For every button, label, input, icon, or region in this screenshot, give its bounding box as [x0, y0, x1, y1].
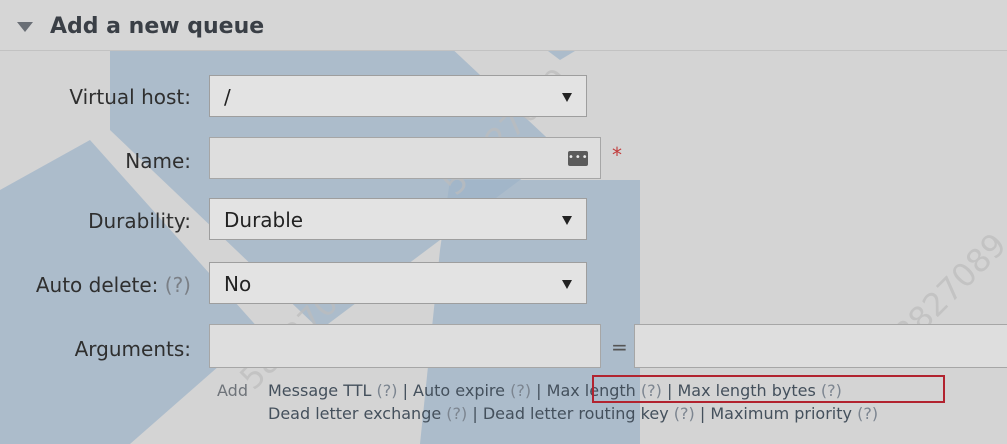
dead-letter-exchange-help[interactable]: (?) [446, 404, 467, 423]
argument-key-input[interactable] [209, 324, 601, 368]
arguments-label: Arguments: [74, 337, 191, 361]
more-dots-icon[interactable]: ••• [568, 151, 588, 166]
chevron-down-icon [562, 216, 572, 225]
section-title: Add a new queue [50, 14, 265, 39]
separator: | [472, 404, 478, 423]
auto-expire-help[interactable]: (?) [510, 381, 531, 400]
virtual-host-value: / [224, 85, 231, 109]
auto-delete-select[interactable]: No [209, 262, 587, 304]
separator: | [699, 404, 706, 423]
dead-letter-routing-key-help[interactable]: (?) [674, 404, 695, 423]
triangle-down-icon[interactable] [17, 22, 33, 32]
message-ttl-help[interactable]: (?) [376, 381, 397, 400]
highlight-box [592, 375, 945, 403]
virtual-host-label: Virtual host: [69, 85, 191, 109]
durability-select[interactable]: Durable [209, 198, 587, 240]
maximum-priority-help[interactable]: (?) [857, 404, 878, 423]
auto-delete-help[interactable]: (?) [165, 273, 191, 297]
argument-links-row-2: Dead letter exchange (?) | Dead letter r… [268, 404, 878, 423]
dead-letter-exchange-link[interactable]: Dead letter exchange [268, 404, 441, 423]
virtual-host-select[interactable]: / [209, 75, 587, 117]
durability-label: Durability: [88, 209, 191, 233]
separator: | [536, 381, 542, 400]
dead-letter-routing-key-link[interactable]: Dead letter routing key [483, 404, 669, 423]
message-ttl-link[interactable]: Message TTL [268, 381, 371, 400]
separator: | [402, 381, 408, 400]
chevron-down-icon [562, 280, 572, 289]
add-label: Add [217, 381, 248, 400]
argument-value-input[interactable] [634, 324, 1007, 368]
chevron-down-icon [562, 93, 572, 102]
maximum-priority-link[interactable]: Maximum priority [710, 404, 852, 423]
section-header[interactable]: Add a new queue [0, 0, 1007, 51]
equals-sign: = [611, 335, 628, 359]
auto-delete-label: Auto delete: (?) [36, 273, 191, 297]
durability-value: Durable [224, 208, 304, 232]
auto-delete-value: No [224, 272, 252, 296]
auto-delete-label-text: Auto delete: [35, 273, 159, 297]
name-label: Name: [125, 149, 191, 173]
required-marker: * [612, 143, 622, 167]
name-input[interactable]: ••• [209, 137, 601, 179]
auto-expire-link[interactable]: Auto expire [413, 381, 505, 400]
